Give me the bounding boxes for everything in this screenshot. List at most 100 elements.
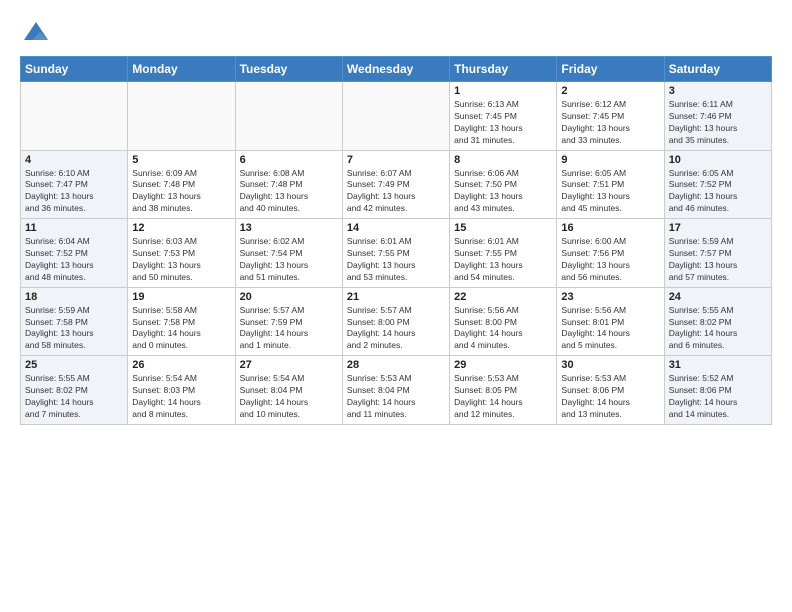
day-number: 4 — [25, 154, 123, 166]
calendar-cell: 11 Sunrise: 6:04 AM Sunset: 7:52 PM Dayli… — [21, 219, 128, 288]
day-info: Sunrise: 5:58 AM Sunset: 7:58 PM Dayligh… — [132, 305, 230, 353]
day-info: Sunrise: 6:13 AM Sunset: 7:45 PM Dayligh… — [454, 99, 552, 147]
calendar-cell: 12Sunrise: 6:03 AM Sunset: 7:53 PM Dayli… — [128, 219, 235, 288]
calendar-cell: 8 Sunrise: 6:06 AM Sunset: 7:50 PM Daylig… — [450, 150, 557, 219]
day-info: Sunrise: 5:54 AM Sunset: 8:04 PM Dayligh… — [240, 373, 338, 421]
day-info: Sunrise: 6:12 AM Sunset: 7:45 PM Dayligh… — [561, 99, 659, 147]
day-info: Sunrise: 5:57 AM Sunset: 8:00 PM Dayligh… — [347, 305, 445, 353]
calendar-cell: 3 Sunrise: 6:11 AM Sunset: 7:46 PM Daylig… — [664, 82, 771, 151]
day-number: 31 — [669, 359, 767, 371]
week-row-5: 25 Sunrise: 5:55 AM Sunset: 8:02 PM Dayli… — [21, 356, 772, 425]
calendar-cell: 21 Sunrise: 5:57 AM Sunset: 8:00 PM Dayli… — [342, 287, 449, 356]
calendar-cell: 7 Sunrise: 6:07 AM Sunset: 7:49 PM Daylig… — [342, 150, 449, 219]
calendar-cell: 26Sunrise: 5:54 AM Sunset: 8:03 PM Dayli… — [128, 356, 235, 425]
calendar-cell — [342, 82, 449, 151]
week-row-3: 11 Sunrise: 6:04 AM Sunset: 7:52 PM Dayli… — [21, 219, 772, 288]
day-info: Sunrise: 6:01 AM Sunset: 7:55 PM Dayligh… — [454, 236, 552, 284]
day-number: 20 — [240, 291, 338, 303]
day-number: 5 — [132, 154, 230, 166]
day-info: Sunrise: 5:52 AM Sunset: 8:06 PM Dayligh… — [669, 373, 767, 421]
day-number: 29 — [454, 359, 552, 371]
day-info: Sunrise: 6:04 AM Sunset: 7:52 PM Dayligh… — [25, 236, 123, 284]
weekday-header-tuesday: Tuesday — [235, 57, 342, 82]
day-number: 7 — [347, 154, 445, 166]
day-number: 23 — [561, 291, 659, 303]
weekday-header-wednesday: Wednesday — [342, 57, 449, 82]
day-info: Sunrise: 6:06 AM Sunset: 7:50 PM Dayligh… — [454, 168, 552, 216]
day-info: Sunrise: 6:07 AM Sunset: 7:49 PM Dayligh… — [347, 168, 445, 216]
calendar-cell: 6 Sunrise: 6:08 AM Sunset: 7:48 PM Daylig… — [235, 150, 342, 219]
day-info: Sunrise: 5:56 AM Sunset: 8:00 PM Dayligh… — [454, 305, 552, 353]
calendar-cell: 25 Sunrise: 5:55 AM Sunset: 8:02 PM Dayli… — [21, 356, 128, 425]
week-row-2: 4 Sunrise: 6:10 AM Sunset: 7:47 PM Daylig… — [21, 150, 772, 219]
day-number: 28 — [347, 359, 445, 371]
week-row-1: 1 Sunrise: 6:13 AM Sunset: 7:45 PM Daylig… — [21, 82, 772, 151]
weekday-header-row: SundayMondayTuesdayWednesdayThursdayFrid… — [21, 57, 772, 82]
day-info: Sunrise: 6:10 AM Sunset: 7:47 PM Dayligh… — [25, 168, 123, 216]
day-info: Sunrise: 6:08 AM Sunset: 7:48 PM Dayligh… — [240, 168, 338, 216]
logo-icon — [20, 18, 52, 50]
day-number: 14 — [347, 222, 445, 234]
day-info: Sunrise: 5:55 AM Sunset: 8:02 PM Dayligh… — [25, 373, 123, 421]
calendar-table: SundayMondayTuesdayWednesdayThursdayFrid… — [20, 56, 772, 425]
weekday-header-thursday: Thursday — [450, 57, 557, 82]
weekday-header-monday: Monday — [128, 57, 235, 82]
day-number: 25 — [25, 359, 123, 371]
calendar-cell: 22 Sunrise: 5:56 AM Sunset: 8:00 PM Dayli… — [450, 287, 557, 356]
calendar-cell: 5 Sunrise: 6:09 AM Sunset: 7:48 PM Daylig… — [128, 150, 235, 219]
day-number: 18 — [25, 291, 123, 303]
day-info: Sunrise: 5:53 AM Sunset: 8:04 PM Dayligh… — [347, 373, 445, 421]
calendar-cell: 24 Sunrise: 5:55 AM Sunset: 8:02 PM Dayli… — [664, 287, 771, 356]
day-number: 2 — [561, 85, 659, 97]
day-number: 8 — [454, 154, 552, 166]
calendar-cell: 20 Sunrise: 5:57 AM Sunset: 7:59 PM Dayli… — [235, 287, 342, 356]
day-number: 15 — [454, 222, 552, 234]
calendar-cell: 31 Sunrise: 5:52 AM Sunset: 8:06 PM Dayli… — [664, 356, 771, 425]
day-number: 21 — [347, 291, 445, 303]
weekday-header-saturday: Saturday — [664, 57, 771, 82]
calendar-cell: 18 Sunrise: 5:59 AM Sunset: 7:58 PM Dayli… — [21, 287, 128, 356]
calendar-cell — [128, 82, 235, 151]
day-info: Sunrise: 6:09 AM Sunset: 7:48 PM Dayligh… — [132, 168, 230, 216]
day-info: Sunrise: 5:59 AM Sunset: 7:58 PM Dayligh… — [25, 305, 123, 353]
day-info: Sunrise: 5:54 AM Sunset: 8:03 PM Dayligh… — [132, 373, 230, 421]
day-info: Sunrise: 5:55 AM Sunset: 8:02 PM Dayligh… — [669, 305, 767, 353]
day-number: 3 — [669, 85, 767, 97]
day-number: 24 — [669, 291, 767, 303]
header — [20, 18, 772, 50]
day-number: 17 — [669, 222, 767, 234]
calendar-cell: 17 Sunrise: 5:59 AM Sunset: 7:57 PM Dayli… — [664, 219, 771, 288]
weekday-header-sunday: Sunday — [21, 57, 128, 82]
calendar-cell: 10Sunrise: 6:05 AM Sunset: 7:52 PM Dayli… — [664, 150, 771, 219]
day-number: 6 — [240, 154, 338, 166]
calendar-cell — [235, 82, 342, 151]
day-number: 16 — [561, 222, 659, 234]
calendar-cell: 14 Sunrise: 6:01 AM Sunset: 7:55 PM Dayli… — [342, 219, 449, 288]
calendar-header: SundayMondayTuesdayWednesdayThursdayFrid… — [21, 57, 772, 82]
day-number: 9 — [561, 154, 659, 166]
calendar-cell: 13 Sunrise: 6:02 AM Sunset: 7:54 PM Dayli… — [235, 219, 342, 288]
day-info: Sunrise: 5:57 AM Sunset: 7:59 PM Dayligh… — [240, 305, 338, 353]
calendar-cell: 2 Sunrise: 6:12 AM Sunset: 7:45 PM Daylig… — [557, 82, 664, 151]
day-info: Sunrise: 5:59 AM Sunset: 7:57 PM Dayligh… — [669, 236, 767, 284]
day-info: Sunrise: 6:01 AM Sunset: 7:55 PM Dayligh… — [347, 236, 445, 284]
day-number: 13 — [240, 222, 338, 234]
calendar-cell: 23Sunrise: 5:56 AM Sunset: 8:01 PM Dayli… — [557, 287, 664, 356]
calendar-cell: 30Sunrise: 5:53 AM Sunset: 8:06 PM Dayli… — [557, 356, 664, 425]
week-row-4: 18 Sunrise: 5:59 AM Sunset: 7:58 PM Dayli… — [21, 287, 772, 356]
day-number: 1 — [454, 85, 552, 97]
day-info: Sunrise: 5:53 AM Sunset: 8:05 PM Dayligh… — [454, 373, 552, 421]
day-info: Sunrise: 6:11 AM Sunset: 7:46 PM Dayligh… — [669, 99, 767, 147]
day-info: Sunrise: 6:03 AM Sunset: 7:53 PM Dayligh… — [132, 236, 230, 284]
day-info: Sunrise: 6:02 AM Sunset: 7:54 PM Dayligh… — [240, 236, 338, 284]
logo — [20, 18, 56, 50]
calendar-cell: 16Sunrise: 6:00 AM Sunset: 7:56 PM Dayli… — [557, 219, 664, 288]
weekday-header-friday: Friday — [557, 57, 664, 82]
day-number: 11 — [25, 222, 123, 234]
calendar-cell — [21, 82, 128, 151]
calendar-cell: 29 Sunrise: 5:53 AM Sunset: 8:05 PM Dayli… — [450, 356, 557, 425]
day-number: 10 — [669, 154, 767, 166]
page: SundayMondayTuesdayWednesdayThursdayFrid… — [0, 0, 792, 612]
day-number: 22 — [454, 291, 552, 303]
day-info: Sunrise: 5:53 AM Sunset: 8:06 PM Dayligh… — [561, 373, 659, 421]
